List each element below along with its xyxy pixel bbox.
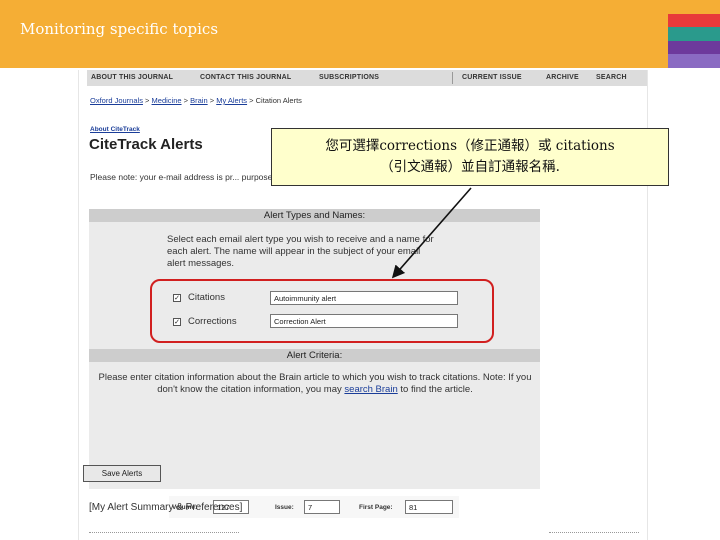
strip-block-1 <box>668 0 720 14</box>
first-page-input[interactable]: 81 <box>405 500 453 514</box>
alert-summary-link[interactable]: [My Alert Summary & Preferences] <box>89 502 242 513</box>
breadcrumb-brain[interactable]: Brain <box>190 96 208 105</box>
nav-about-journal[interactable]: ABOUT THIS JOURNAL <box>91 74 173 81</box>
annotation-callout: 您可選擇corrections（修正通報）或 citations （引文通報）並… <box>271 128 669 186</box>
footer-divider-right <box>549 532 639 533</box>
breadcrumb: Oxford Journals > Medicine > Brain > My … <box>90 96 302 105</box>
nav-archive[interactable]: ARCHIVE <box>546 74 579 81</box>
callout-line-1: 您可選擇corrections（修正通報）或 citations <box>325 138 615 154</box>
breadcrumb-separator: > <box>183 96 189 105</box>
save-alerts-button[interactable]: Save Alerts <box>83 465 161 482</box>
issue-input[interactable]: 7 <box>304 500 340 514</box>
breadcrumb-medicine[interactable]: Medicine <box>152 96 182 105</box>
journal-top-nav: ABOUT THIS JOURNAL CONTACT THIS JOURNAL … <box>87 70 647 86</box>
criteria-text-after: to find the article. <box>400 384 473 395</box>
alert-criteria-instructions: Please enter citation information about … <box>95 372 535 396</box>
strip-block-4 <box>668 40 720 55</box>
search-brain-link[interactable]: search Brain <box>344 384 397 395</box>
issue-label: Issue: <box>275 504 294 511</box>
nav-divider <box>452 72 453 84</box>
first-page-label: First Page: <box>359 504 393 511</box>
strip-block-5 <box>668 54 720 68</box>
color-strip <box>668 0 720 68</box>
alert-types-instructions: Select each email alert type you wish to… <box>167 234 434 269</box>
breadcrumb-my-alerts[interactable]: My Alerts <box>216 96 247 105</box>
slide-title: Monitoring specific topics <box>20 20 219 38</box>
about-citetrack-link[interactable]: About CiteTrack <box>90 126 140 133</box>
breadcrumb-separator: > <box>145 96 150 105</box>
email-note: Please note: your e-mail address is pr..… <box>90 172 279 182</box>
alert-form-panel: Alert Types and Names: Select each email… <box>89 209 540 518</box>
alert-types-header: Alert Types and Names: <box>89 209 540 222</box>
breadcrumb-current: Citation Alerts <box>255 96 302 105</box>
slide-header: Monitoring specific topics <box>0 0 668 68</box>
nav-subscriptions[interactable]: SUBSCRIPTIONS <box>319 74 379 81</box>
alert-types-highlight <box>150 279 494 343</box>
breadcrumb-separator: > <box>249 96 254 105</box>
nav-contact-journal[interactable]: CONTACT THIS JOURNAL <box>200 74 291 81</box>
breadcrumb-separator: > <box>209 96 215 105</box>
strip-block-3 <box>668 27 720 41</box>
callout-line-2: （引文通報）並自訂通報名稱. <box>380 159 560 175</box>
nav-search[interactable]: SEARCH <box>596 74 627 81</box>
strip-block-2 <box>668 13 720 28</box>
nav-current-issue[interactable]: CURRENT ISSUE <box>462 74 522 81</box>
page-title: CiteTrack Alerts <box>89 136 203 153</box>
alert-criteria-header: Alert Criteria: <box>89 349 540 362</box>
footer-divider <box>89 532 239 533</box>
breadcrumb-oxford-journals[interactable]: Oxford Journals <box>90 96 143 105</box>
